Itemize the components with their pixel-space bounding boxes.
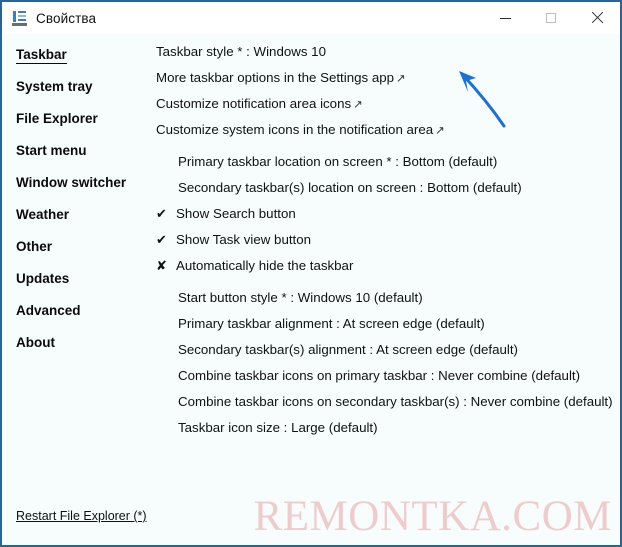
external-link-icon: ↗ (353, 99, 363, 111)
option-label: Show Task view button (176, 232, 312, 247)
external-link-icon: ↗ (435, 125, 445, 137)
maximize-icon (546, 13, 556, 23)
sidebar-item-label: Window switcher (16, 175, 127, 190)
option-row[interactable]: ✔ Show Task view button (154, 227, 620, 253)
sidebar-item-updates[interactable]: Updates (2, 263, 154, 295)
option-label: Customize notification area icons (156, 96, 352, 111)
option-row[interactable]: Taskbar icon size : Large (default) (154, 415, 620, 441)
option-label: Show Search button (176, 206, 296, 221)
sidebar-item-about[interactable]: About (2, 327, 154, 359)
minimize-icon (499, 17, 511, 19)
sidebar-item-other[interactable]: Other (2, 231, 154, 263)
option-row[interactable]: Taskbar style * : Windows 10 (154, 39, 620, 65)
sidebar-item-label: About (16, 335, 55, 350)
option-row[interactable]: Secondary taskbar(s) location on screen … (154, 175, 620, 201)
option-row[interactable]: Primary taskbar location on screen * : B… (154, 149, 620, 175)
option-row[interactable]: ✔ Show Search button (154, 201, 620, 227)
option-label: Customize system icons in the notificati… (156, 122, 434, 137)
sidebar-item-advanced[interactable]: Advanced (2, 295, 154, 327)
sidebar-item-label: Start menu (16, 143, 87, 158)
close-button[interactable] (574, 2, 620, 34)
minimize-button[interactable] (482, 2, 528, 34)
sidebar-item-start-menu[interactable]: Start menu (2, 135, 154, 167)
sidebar-item-weather[interactable]: Weather (2, 199, 154, 231)
window-title: Свойства (36, 10, 97, 26)
sidebar-item-system-tray[interactable]: System tray (2, 71, 154, 103)
option-row[interactable]: More taskbar options in the Settings app… (154, 65, 620, 91)
sidebar-item-label: Advanced (16, 303, 81, 318)
window-controls (482, 2, 620, 34)
sidebar-item-label: Other (16, 239, 53, 254)
option-label: Secondary taskbar(s) location on screen … (178, 180, 522, 195)
option-row[interactable]: Primary taskbar alignment : At screen ed… (154, 311, 620, 337)
main-panel: Taskbar style * : Windows 10 More taskbar… (154, 34, 620, 545)
option-label: Automatically hide the taskbar (176, 258, 354, 273)
option-label: Taskbar icon size : Large (default) (178, 420, 378, 435)
properties-window: Свойства Taskbar System tray File Explorer… (0, 0, 622, 547)
option-label: Primary taskbar location on screen * : B… (178, 154, 498, 169)
external-link-icon: ↗ (396, 73, 406, 85)
option-label: More taskbar options in the Settings app (156, 70, 395, 85)
sidebar-item-label: File Explorer (16, 111, 98, 126)
checkmark-icon: ✔ (156, 232, 167, 247)
options-list: Taskbar style * : Windows 10 More taskbar… (154, 34, 620, 441)
restart-file-explorer-link[interactable]: Restart File Explorer (*) (16, 509, 147, 523)
sidebar-item-file-explorer[interactable]: File Explorer (2, 103, 154, 135)
sidebar-item-label: Updates (16, 271, 70, 286)
option-label: Combine taskbar icons on secondary taskb… (178, 394, 613, 409)
close-icon (591, 12, 603, 24)
window-body: Taskbar System tray File Explorer Start men… (2, 34, 620, 545)
option-row[interactable]: ✘ Automatically hide the taskbar (154, 253, 620, 279)
option-label: Primary taskbar alignment : At screen ed… (178, 316, 485, 331)
watermark: REMONTKA.COM (253, 493, 612, 540)
option-row[interactable]: Customize system icons in the notificati… (154, 117, 620, 143)
option-label: Combine taskbar icons on primary taskbar… (178, 368, 581, 383)
option-label: Secondary taskbar(s) alignment : At scre… (178, 342, 518, 357)
maximize-button[interactable] (528, 2, 574, 34)
option-row[interactable]: Customize notification area icons ↗ (154, 91, 620, 117)
properties-icon (12, 10, 28, 26)
sidebar-item-taskbar[interactable]: Taskbar (2, 39, 154, 71)
option-row[interactable]: Start button style * : Windows 10 (defau… (154, 285, 620, 311)
sidebar-item-window-switcher[interactable]: Window switcher (2, 167, 154, 199)
cross-icon: ✘ (156, 258, 167, 273)
option-label: Start button style * : Windows 10 (defau… (178, 290, 423, 305)
checkmark-icon: ✔ (156, 206, 167, 221)
option-row[interactable]: Combine taskbar icons on secondary taskb… (154, 389, 620, 415)
title-bar: Свойства (2, 2, 620, 34)
option-row[interactable]: Secondary taskbar(s) alignment : At scre… (154, 337, 620, 363)
sidebar-item-label: Taskbar (16, 47, 67, 64)
option-row[interactable]: Combine taskbar icons on primary taskbar… (154, 363, 620, 389)
sidebar-item-label: Weather (16, 207, 70, 222)
option-label: Taskbar style * : Windows 10 (156, 44, 326, 59)
sidebar: Taskbar System tray File Explorer Start men… (2, 34, 154, 545)
sidebar-item-label: System tray (16, 79, 93, 94)
sidebar-nav: Taskbar System tray File Explorer Start men… (2, 34, 154, 359)
